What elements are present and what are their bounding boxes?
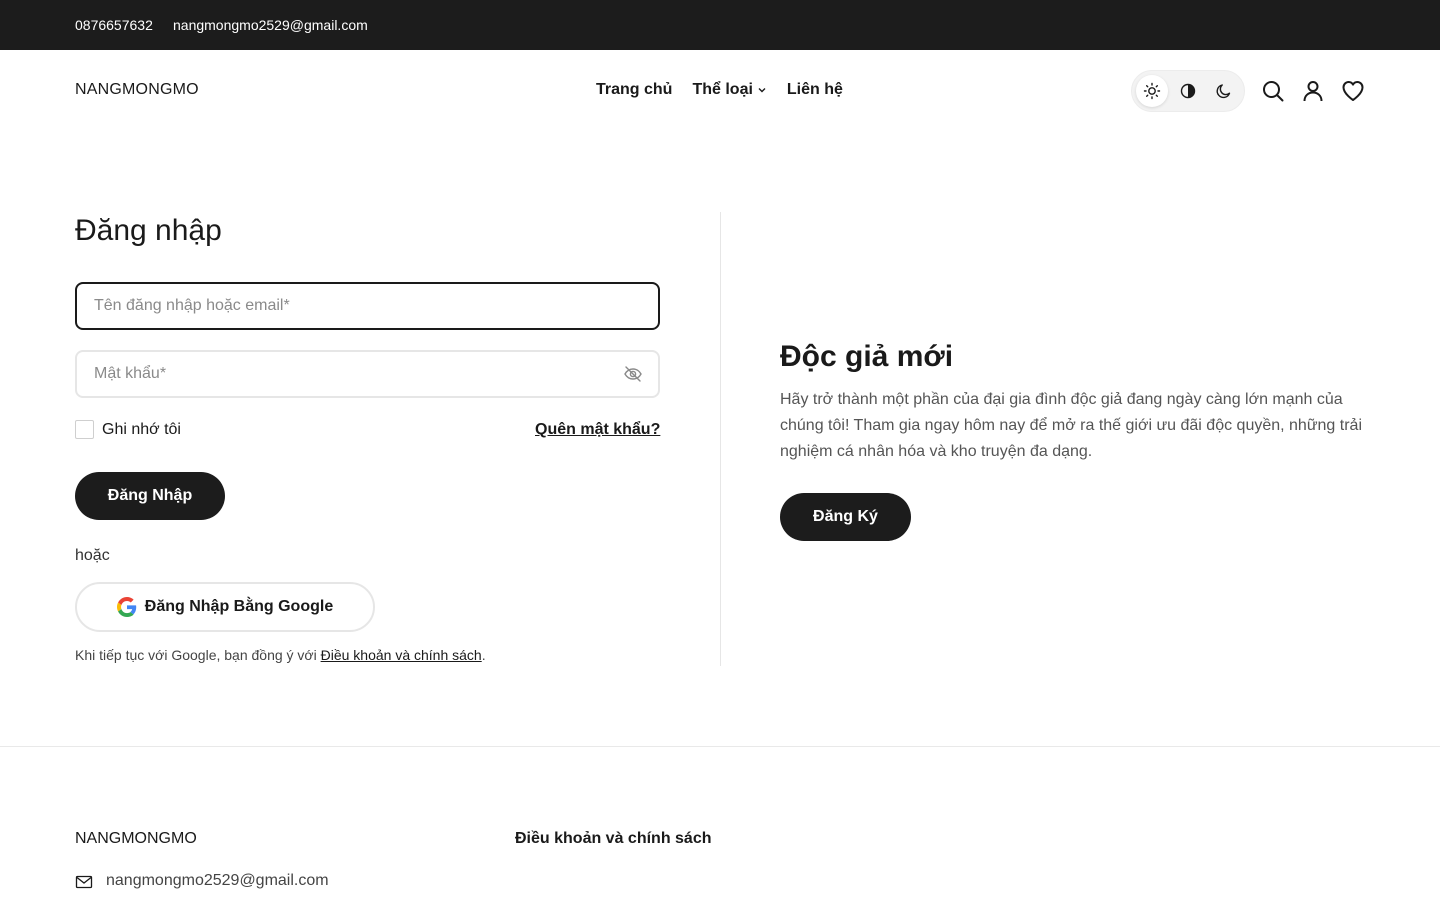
google-terms-note: Khi tiếp tục với Google, bạn đồng ý với … bbox=[75, 647, 486, 663]
google-login-label: Đăng Nhập Bằng Google bbox=[144, 598, 334, 615]
login-title: Đăng nhập bbox=[75, 214, 222, 247]
moon-icon bbox=[1216, 84, 1231, 99]
google-login-button[interactable]: Đăng Nhập Bằng Google bbox=[75, 582, 375, 632]
username-input[interactable] bbox=[75, 282, 660, 330]
register-title: Độc giả mới bbox=[780, 340, 954, 373]
topbar-email[interactable]: nangmongmo2529@gmail.com bbox=[173, 17, 368, 33]
wishlist-button[interactable] bbox=[1341, 79, 1365, 103]
top-bar: 0876657632 nangmongmo2529@gmail.com bbox=[0, 0, 1440, 50]
remember-checkbox[interactable] bbox=[75, 420, 94, 439]
register-button[interactable]: Đăng Ký bbox=[780, 493, 911, 541]
theme-light-button[interactable] bbox=[1136, 75, 1168, 107]
google-icon bbox=[116, 597, 136, 617]
user-icon bbox=[1303, 81, 1323, 102]
mail-icon bbox=[75, 875, 93, 889]
remember-label: Ghi nhớ tôi bbox=[102, 420, 181, 438]
nav-item-contact[interactable]: Liên hệ bbox=[787, 81, 843, 99]
main-nav: Trang chủ Thể loại Liên hệ bbox=[596, 81, 843, 99]
or-separator: hoặc bbox=[75, 547, 110, 564]
nav-item-categories[interactable]: Thể loại bbox=[692, 81, 766, 99]
password-input[interactable] bbox=[75, 350, 660, 398]
nav-item-label: Trang chủ bbox=[596, 81, 673, 98]
search-icon bbox=[1263, 81, 1284, 102]
theme-switcher bbox=[1131, 70, 1245, 112]
heart-icon bbox=[1342, 81, 1364, 101]
remember-me[interactable]: Ghi nhớ tôi bbox=[75, 420, 181, 439]
footer-email[interactable]: nangmongmo2529@gmail.com bbox=[106, 872, 329, 890]
theme-contrast-button[interactable] bbox=[1172, 75, 1204, 107]
contrast-icon bbox=[1180, 83, 1196, 99]
section-divider bbox=[720, 212, 721, 666]
site-logo[interactable]: NANGMONGMO bbox=[75, 81, 199, 99]
terms-prefix: Khi tiếp tục với Google, bạn đồng ý với bbox=[75, 647, 321, 663]
footer-terms-link[interactable]: Điều khoản và chính sách bbox=[515, 830, 712, 848]
theme-dark-button[interactable] bbox=[1208, 75, 1240, 107]
register-description: Hãy trở thành một phần của đại gia đình … bbox=[780, 391, 1362, 460]
forgot-password-link[interactable]: Quên mật khẩu? bbox=[535, 421, 660, 439]
account-button[interactable] bbox=[1301, 79, 1325, 103]
eye-off-icon[interactable] bbox=[623, 364, 643, 384]
chevron-down-icon bbox=[758, 88, 766, 93]
terms-suffix: . bbox=[481, 647, 486, 663]
nav-item-home[interactable]: Trang chủ bbox=[596, 81, 672, 99]
nav-item-label: Thể loại bbox=[692, 81, 753, 98]
terms-link[interactable]: Điều khoản và chính sách bbox=[321, 647, 482, 663]
topbar-phone[interactable]: 0876657632 bbox=[75, 17, 153, 33]
search-button[interactable] bbox=[1261, 79, 1285, 103]
login-button[interactable]: Đăng Nhập bbox=[75, 472, 225, 520]
footer-logo[interactable]: NANGMONGMO bbox=[75, 830, 197, 848]
footer-divider bbox=[0, 746, 1440, 747]
sun-icon bbox=[1143, 82, 1161, 100]
nav-item-label: Liên hệ bbox=[786, 81, 843, 98]
